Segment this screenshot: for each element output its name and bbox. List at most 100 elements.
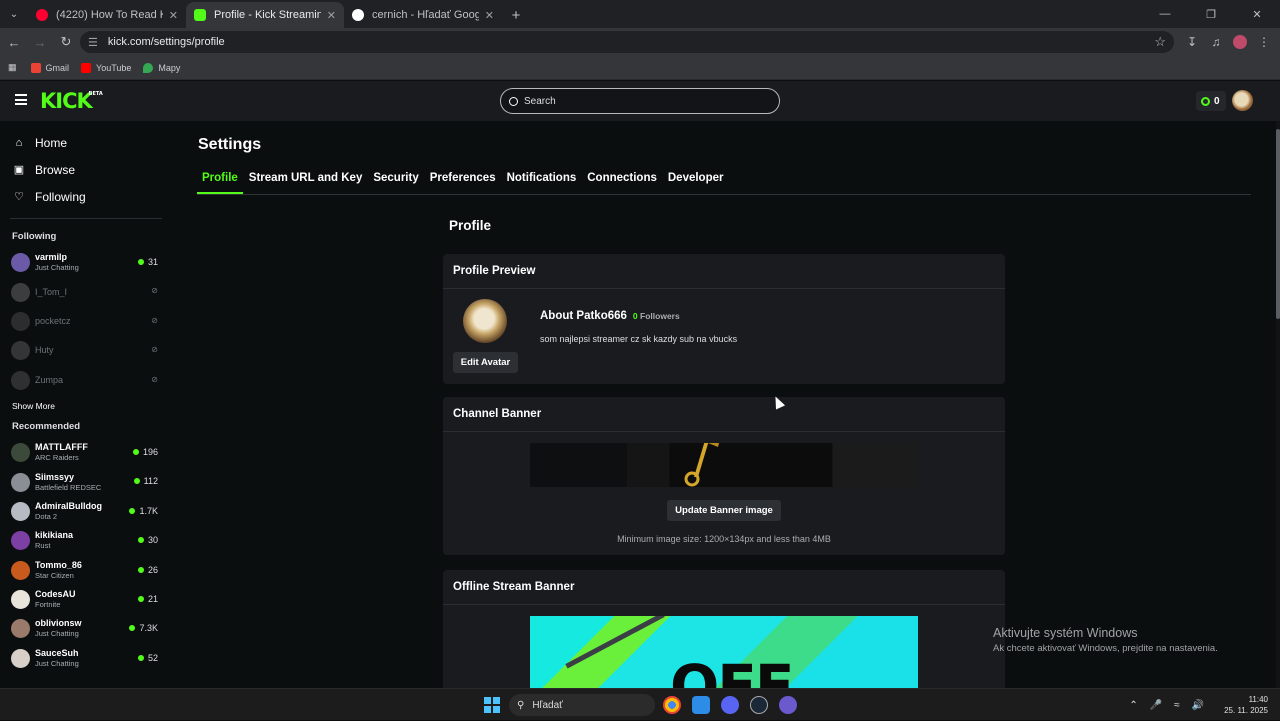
viewer-count-value: 31 — [147, 257, 158, 267]
media-controls-icon[interactable]: ♫ — [1204, 30, 1228, 54]
search-input[interactable]: Search — [500, 88, 780, 114]
recommended-channel[interactable]: oblivionsw Just Chatting 7.3K — [0, 614, 172, 643]
steam-taskbar-icon[interactable] — [750, 696, 768, 714]
close-tab-icon[interactable]: ✕ — [327, 9, 336, 22]
close-tab-icon[interactable]: ✕ — [169, 9, 178, 22]
avatar — [11, 370, 30, 390]
menu-kebab-icon[interactable]: ⋮ — [1252, 30, 1276, 54]
chevron-up-icon[interactable]: ⌃ — [1129, 700, 1137, 711]
recommended-channel[interactable]: SauceSuh Just Chatting 52 — [0, 644, 172, 673]
browser-tab-kick[interactable]: Profile - Kick Streaming ✕ — [186, 2, 344, 28]
bookmark-mapy[interactable]: Mapy — [143, 62, 180, 73]
profile-avatar-icon[interactable] — [1233, 35, 1247, 49]
browser-tab-youtube[interactable]: (4220) How To Read Kick Chat I ✕ — [28, 2, 186, 28]
avatar — [11, 648, 30, 668]
page-title: Settings — [198, 136, 262, 153]
following-channel-zumpa[interactable]: Zumpa ⊘ — [0, 366, 172, 395]
sidebar-item-browse[interactable]: ▣ Browse — [0, 156, 172, 183]
channel-name: Tommo_86 — [35, 559, 82, 570]
tab-developer[interactable]: Developer — [663, 169, 729, 194]
channel-name: MATTLAFFF — [35, 442, 88, 453]
tab-connections[interactable]: Connections — [582, 169, 662, 194]
avatar — [11, 531, 30, 551]
kicks-coin-icon — [1201, 96, 1210, 106]
bookmark-gmail[interactable]: Gmail — [30, 62, 69, 73]
tab-security[interactable]: Security — [368, 169, 423, 194]
recommended-channel[interactable]: kikikiana Rust 30 — [0, 526, 172, 555]
restore-icon[interactable]: ❐ — [1188, 0, 1234, 28]
offline-icon: ⊘ — [151, 286, 158, 296]
tab-stream-url-and-key[interactable]: Stream URL and Key — [244, 169, 368, 194]
following-channel-varmilp[interactable]: varmilp Just Chatting 31 — [0, 248, 172, 277]
apps-grid-icon[interactable]: ▦ — [8, 62, 17, 73]
forward-icon[interactable]: → — [28, 30, 52, 54]
viewer-count: 26 — [137, 565, 158, 575]
viewer-count: 7.3K — [129, 623, 158, 633]
download-icon[interactable]: ↧ — [1180, 30, 1204, 54]
minimize-icon[interactable]: — — [1142, 0, 1188, 28]
windows-start-icon[interactable] — [484, 697, 500, 713]
taskbar-search[interactable]: ⚲ Hľadať — [509, 694, 655, 716]
bookmarks-bar: ▦ Gmail YouTube Mapy — [0, 56, 1280, 80]
google-favicon-icon — [352, 9, 364, 21]
followers-label: Followers — [640, 311, 680, 321]
chrome-taskbar-icon[interactable] — [663, 696, 681, 714]
bookmark-star-icon[interactable]: ☆ — [1154, 34, 1166, 50]
kicks-balance-button[interactable]: 0 — [1196, 91, 1226, 111]
wifi-icon[interactable]: ≈ — [1174, 700, 1180, 711]
viewer-count-value: 196 — [142, 446, 158, 457]
sidebar-item-home[interactable]: ⌂ Home — [0, 129, 172, 156]
avatar — [11, 282, 30, 302]
microphone-icon[interactable]: 🎤 — [1150, 700, 1162, 711]
update-banner-button[interactable]: Update Banner image — [667, 500, 781, 521]
back-icon[interactable]: ← — [2, 30, 26, 54]
browser-tab-strip: ⌄ (4220) How To Read Kick Chat I ✕ Profi… — [0, 0, 1280, 28]
kick-logo[interactable]: KICK BETA — [40, 89, 103, 113]
offline-icon: ⊘ — [151, 374, 158, 384]
about-title: About Patko666 — [540, 310, 627, 322]
recommended-channel[interactable]: Siimssyy Battlefield REDSEC 112 — [0, 467, 172, 496]
hamburger-menu-icon[interactable] — [15, 94, 27, 105]
avatar — [11, 560, 30, 580]
sidebar-item-label: Home — [35, 135, 68, 150]
close-window-icon[interactable]: ✕ — [1234, 0, 1280, 28]
system-clock[interactable]: 11:40 25. 11. 2025 — [1224, 694, 1268, 716]
speaker-icon[interactable]: 🔊 — [1192, 700, 1204, 711]
live-dot-icon — [137, 259, 144, 265]
recommended-channel[interactable]: AdmiralBulldog Dota 2 1.7K — [0, 497, 172, 526]
close-tab-icon[interactable]: ✕ — [485, 9, 494, 22]
scrollbar-thumb[interactable] — [1276, 129, 1280, 319]
channel-banner-image — [530, 443, 918, 487]
recommended-channel[interactable]: Tommo_86 Star Citizen 26 — [0, 556, 172, 585]
recommended-channel[interactable]: MATTLAFFF ARC Raiders 196 — [0, 438, 172, 467]
avatar — [11, 590, 30, 610]
live-dot-icon — [137, 537, 144, 544]
tab-preferences[interactable]: Preferences — [425, 169, 501, 194]
app-taskbar-icon[interactable] — [779, 696, 797, 714]
tab-profile[interactable]: Profile — [197, 169, 243, 194]
user-avatar[interactable] — [1232, 90, 1253, 111]
following-channel-pocketcz[interactable]: pocketcz ⊘ — [0, 307, 172, 336]
channel-name: Zumpa — [35, 374, 64, 385]
taskbar-search-label: Hľadať — [532, 699, 563, 711]
address-bar[interactable]: ☰ kick.com/settings/profile ☆ — [80, 31, 1174, 53]
recommended-channel[interactable]: CodesAU Fortnite 21 — [0, 585, 172, 614]
following-channel-huty[interactable]: Huty ⊘ — [0, 336, 172, 365]
new-tab-button[interactable]: + — [502, 2, 530, 28]
sidebar-item-following[interactable]: ♡ Following — [0, 183, 172, 210]
reload-icon[interactable]: ↻ — [54, 30, 78, 54]
edit-avatar-button[interactable]: Edit Avatar — [453, 352, 518, 373]
offline-icon: ⊘ — [151, 345, 158, 355]
url-text: kick.com/settings/profile — [107, 36, 225, 48]
avatar — [11, 443, 30, 463]
following-channel-i-tom-i[interactable]: I_Tom_I ⊘ — [0, 277, 172, 306]
tab-notifications[interactable]: Notifications — [502, 169, 582, 194]
files-taskbar-icon[interactable] — [692, 696, 710, 714]
discord-taskbar-icon[interactable] — [721, 696, 739, 714]
show-more-link[interactable]: Show More — [0, 395, 172, 417]
browser-tab-google[interactable]: cernich - Hľadať Googlom ✕ — [344, 2, 502, 28]
site-info-icon[interactable]: ☰ — [88, 36, 98, 49]
tab-search-button[interactable]: ⌄ — [0, 0, 28, 28]
bookmark-youtube[interactable]: YouTube — [81, 62, 131, 73]
channel-name: oblivionsw — [35, 618, 82, 629]
